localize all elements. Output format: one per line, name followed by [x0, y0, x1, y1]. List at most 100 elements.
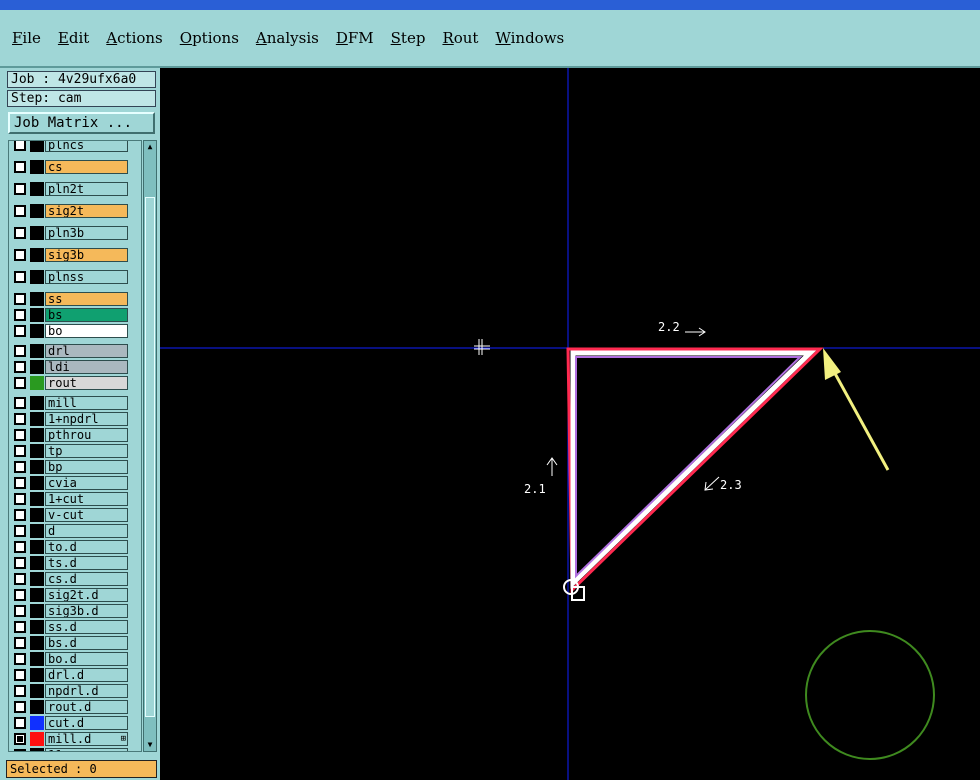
layer-name[interactable]: d — [45, 524, 128, 538]
layer-row[interactable]: ts.d — [9, 556, 141, 570]
layer-checkbox[interactable] — [14, 377, 26, 389]
layer-name[interactable]: v-cut — [45, 508, 128, 522]
layer-row[interactable]: sig2t — [9, 204, 141, 218]
layer-name[interactable]: sig3b.d — [45, 604, 128, 618]
layer-name[interactable]: ss — [45, 292, 128, 306]
menu-item[interactable]: Rout — [442, 29, 478, 47]
drawing-area[interactable]: 2.1 2.2 2.3 — [160, 68, 980, 780]
layer-row[interactable]: ldi — [9, 360, 141, 374]
layer-name[interactable]: sig3b — [45, 248, 128, 262]
menu-item[interactable]: Actions — [106, 29, 162, 47]
layer-row[interactable]: rout.d — [9, 700, 141, 714]
layer-name[interactable]: bo.d — [45, 652, 128, 666]
layer-checkbox[interactable] — [14, 205, 26, 217]
layer-color-swatch[interactable] — [30, 376, 44, 390]
layer-row[interactable]: tp — [9, 444, 141, 458]
layer-checkbox[interactable] — [14, 749, 26, 751]
layer-checkbox[interactable] — [14, 637, 26, 649]
layer-color-swatch[interactable] — [30, 700, 44, 714]
layer-checkbox[interactable] — [14, 525, 26, 537]
layer-checkbox[interactable] — [14, 461, 26, 473]
layer-checkbox[interactable] — [14, 361, 26, 373]
layer-checkbox[interactable] — [14, 161, 26, 173]
layer-name[interactable]: ldi — [45, 360, 128, 374]
layer-name[interactable]: ts.d — [45, 556, 128, 570]
menu-item[interactable]: File — [12, 29, 41, 47]
layer-checkbox[interactable] — [14, 701, 26, 713]
layer-color-swatch[interactable] — [30, 141, 44, 152]
layer-checkbox[interactable] — [14, 685, 26, 697]
layer-name[interactable]: sig2t.d — [45, 588, 128, 602]
layer-name[interactable]: pthrou — [45, 428, 128, 442]
layer-name[interactable]: 11 — [45, 748, 128, 751]
layer-checkbox[interactable] — [14, 413, 26, 425]
layer-name[interactable]: npdrl.d — [45, 684, 128, 698]
layer-row[interactable]: to.d — [9, 540, 141, 554]
layer-row[interactable]: pthrou — [9, 428, 141, 442]
layer-checkbox[interactable] — [14, 249, 26, 261]
triangle-inner[interactable] — [575, 356, 803, 579]
layer-checkbox[interactable] — [14, 557, 26, 569]
layer-color-swatch[interactable] — [30, 292, 44, 306]
drill-circle[interactable] — [805, 630, 935, 760]
layer-row[interactable]: bo — [9, 324, 141, 338]
menu-item[interactable]: Windows — [495, 29, 564, 47]
layer-name[interactable]: to.d — [45, 540, 128, 554]
layer-row[interactable]: sig2t.d — [9, 588, 141, 602]
layer-row[interactable]: pln2t — [9, 182, 141, 196]
layer-name[interactable]: cut.d — [45, 716, 128, 730]
layer-list-scrollbar[interactable]: ▲ ▼ — [143, 140, 157, 752]
layer-checkbox[interactable] — [14, 345, 26, 357]
layer-row[interactable]: drl.d — [9, 668, 141, 682]
layer-checkbox[interactable] — [14, 605, 26, 617]
layer-color-swatch[interactable] — [30, 748, 44, 751]
layer-name[interactable]: drl — [45, 344, 128, 358]
layer-color-swatch[interactable] — [30, 636, 44, 650]
layer-color-swatch[interactable] — [30, 716, 44, 730]
layer-checkbox[interactable] — [14, 717, 26, 729]
layer-row[interactable]: plnss — [9, 270, 141, 284]
layer-checkbox[interactable] — [14, 445, 26, 457]
layer-name[interactable]: cs — [45, 160, 128, 174]
layer-color-swatch[interactable] — [30, 652, 44, 666]
layer-name[interactable]: sig2t — [45, 204, 128, 218]
layer-color-swatch[interactable] — [30, 684, 44, 698]
menu-item[interactable]: Step — [391, 29, 426, 47]
layer-color-swatch[interactable] — [30, 308, 44, 322]
layer-color-swatch[interactable] — [30, 524, 44, 538]
layer-color-swatch[interactable] — [30, 732, 44, 746]
layer-color-swatch[interactable] — [30, 204, 44, 218]
layer-color-swatch[interactable] — [30, 556, 44, 570]
expand-icon[interactable]: ⊞ — [121, 734, 126, 744]
layer-row[interactable]: ss.d — [9, 620, 141, 634]
layer-checkbox[interactable] — [14, 397, 26, 409]
layer-checkbox[interactable] — [14, 669, 26, 681]
layer-color-swatch[interactable] — [30, 604, 44, 618]
layer-checkbox[interactable] — [14, 293, 26, 305]
layer-row[interactable]: v-cut — [9, 508, 141, 522]
layer-checkbox[interactable] — [14, 309, 26, 321]
layer-row[interactable]: pln3b — [9, 226, 141, 240]
layer-name[interactable]: ss.d — [45, 620, 128, 634]
layer-row[interactable]: bs.d — [9, 636, 141, 650]
menu-item[interactable]: Analysis — [256, 29, 319, 47]
layer-color-swatch[interactable] — [30, 248, 44, 262]
layer-row[interactable]: cvia — [9, 476, 141, 490]
layer-color-swatch[interactable] — [30, 344, 44, 358]
layer-name[interactable]: 1+npdrl — [45, 412, 128, 426]
layer-row[interactable]: mill — [9, 396, 141, 410]
scrollbar-thumb[interactable] — [145, 197, 155, 717]
layer-name[interactable]: tp — [45, 444, 128, 458]
layer-name[interactable]: plnss — [45, 270, 128, 284]
layer-row[interactable]: d — [9, 524, 141, 538]
triangle-outline[interactable] — [570, 350, 817, 589]
layer-name[interactable]: mill.d ⊞ — [45, 732, 128, 746]
layer-color-swatch[interactable] — [30, 412, 44, 426]
layer-name[interactable]: pln3b — [45, 226, 128, 240]
down-arrow-icon[interactable]: ▼ — [145, 740, 155, 750]
layer-checkbox[interactable] — [14, 541, 26, 553]
layer-color-swatch[interactable] — [30, 226, 44, 240]
layer-color-swatch[interactable] — [30, 396, 44, 410]
layer-name[interactable]: pln2t — [45, 182, 128, 196]
layer-color-swatch[interactable] — [30, 428, 44, 442]
